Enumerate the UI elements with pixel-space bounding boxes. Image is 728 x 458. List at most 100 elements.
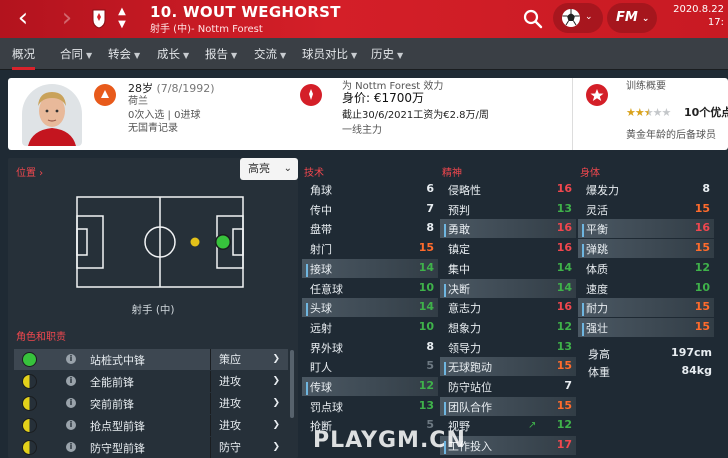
attribute-value: 12	[556, 319, 572, 333]
attribute-name: 盘带	[310, 223, 332, 237]
attribute-name: 决断	[444, 282, 470, 297]
attribute-row[interactable]: 决断 14	[440, 278, 576, 298]
attribute-name: 爆发力	[586, 184, 619, 197]
attribute-row[interactable]: 界外球 8	[302, 338, 438, 357]
attribute-value: 10	[418, 319, 434, 333]
chevron-down-icon: ▼	[86, 51, 93, 60]
tab-reports[interactable]: 报告 ▼	[205, 38, 237, 70]
player-nationality[interactable]: 荷兰	[128, 95, 148, 108]
attribute-row[interactable]: 侵略性 16	[440, 180, 576, 199]
role-name: 突前前锋	[90, 398, 134, 411]
strengths-count[interactable]: 10个优点	[684, 106, 728, 119]
attribute-row[interactable]: 平衡 16	[578, 219, 714, 239]
attribute-value: 16	[556, 241, 572, 255]
tab-transfer[interactable]: 转会 ▼	[108, 38, 140, 70]
tab-bar: 概况 合同 ▼ 转会 ▼ 成长 ▼ 报告 ▼ 交流 ▼ 球员对比 ▼ 历史 ▼	[0, 38, 728, 70]
role-row[interactable]: i 站桩式中锋 策应 ❯	[14, 349, 288, 370]
attribute-name: 镇定	[448, 243, 470, 257]
chevron-down-icon: ❯	[272, 354, 280, 364]
duty-dropdown[interactable]: 进攻 ❯	[210, 393, 288, 414]
info-icon[interactable]: i	[66, 376, 76, 386]
duty-dropdown[interactable]: 进攻 ❯	[210, 371, 288, 392]
attribute-row[interactable]: 灵活 15	[578, 200, 714, 219]
info-icon[interactable]: i	[66, 398, 76, 408]
info-icon[interactable]: i	[66, 420, 76, 430]
attribute-row[interactable]: 防守站位 7	[440, 377, 576, 396]
attribute-row[interactable]: 速度 10	[578, 279, 714, 298]
attribute-row[interactable]: 无球跑动 15	[440, 357, 576, 377]
duty-dropdown[interactable]: 进攻 ❯	[210, 415, 288, 436]
star-icon: ★	[626, 106, 636, 119]
attribute-row[interactable]: 集中 14	[440, 259, 576, 278]
attribute-value: 6	[426, 182, 434, 195]
tab-contract[interactable]: 合同 ▼	[60, 38, 92, 70]
attribute-value: 8	[426, 221, 434, 235]
attribute-row[interactable]: 接球 14	[302, 258, 438, 278]
attribute-name: 勇敢	[444, 223, 470, 238]
attribute-name: 平衡	[582, 223, 608, 238]
attribute-row[interactable]: 镇定 16	[440, 239, 576, 258]
attribute-row[interactable]: 角球 6	[302, 180, 438, 199]
club-crest-icon[interactable]	[300, 84, 322, 106]
info-icon[interactable]: i	[66, 442, 76, 452]
chevron-down-icon: ▼	[231, 51, 238, 60]
tab-development[interactable]: 成长 ▼	[157, 38, 189, 70]
attribute-row[interactable]: 爆发力 8	[578, 180, 714, 199]
search-icon[interactable]	[520, 6, 546, 32]
chevron-down-icon: ⌄	[585, 12, 593, 22]
tab-history[interactable]: 历史 ▼	[371, 38, 403, 70]
attribute-name: 界外球	[310, 341, 343, 355]
duty-dropdown[interactable]: 防守 ❯	[210, 437, 288, 458]
back-arrow-icon[interactable]: ‹	[8, 4, 38, 34]
club-menu-button[interactable]: ⌄	[553, 3, 603, 33]
forward-arrow-icon[interactable]: ›	[52, 4, 82, 34]
chevron-down-icon: ▼	[351, 51, 358, 60]
attribute-row[interactable]: 领导力 13	[440, 338, 576, 357]
tab-label: 概况	[12, 47, 35, 61]
tab-overview[interactable]: 概况	[12, 38, 35, 70]
attribute-row[interactable]: 预判 13	[440, 200, 576, 219]
attribute-row[interactable]: 传球 12	[302, 377, 438, 396]
attribute-row[interactable]: 罚点球 13	[302, 397, 438, 416]
tab-label: 交流	[254, 47, 277, 61]
highlight-dropdown[interactable]: 高亮 ⌄	[240, 158, 298, 180]
attribute-value: 12	[694, 260, 710, 274]
role-row[interactable]: i 突前前锋 进攻 ❯	[14, 393, 288, 414]
attribute-row[interactable]: 盘带 8	[302, 219, 438, 238]
attribute-row[interactable]: 任意球 10	[302, 279, 438, 298]
attribute-row[interactable]: 勇敢 16	[440, 219, 576, 239]
attribute-row[interactable]: 耐力 15	[578, 298, 714, 318]
star-badge-icon[interactable]	[586, 84, 608, 106]
attribute-row[interactable]: 射门 15	[302, 239, 438, 258]
player-cycle-icon[interactable]: ▲ ▼	[116, 5, 128, 33]
attribute-row[interactable]: 意志力 16	[440, 298, 576, 317]
attribute-row[interactable]: 团队合作 15	[440, 396, 576, 416]
tab-compare[interactable]: 球员对比 ▼	[302, 38, 357, 70]
position-panel: 位置 › 高亮 ⌄ 射手 (中) 角色和职责 i 站桩式中锋 策应 ❯ i 全能前…	[8, 158, 298, 458]
attribute-row[interactable]: 体质 12	[578, 259, 714, 278]
duty-dropdown[interactable]: 策应 ❯	[210, 349, 288, 370]
attribute-row[interactable]: 弹跳 15	[578, 239, 714, 259]
nation-flag-icon[interactable]	[94, 84, 116, 106]
player-portrait[interactable]	[22, 84, 82, 146]
position-title[interactable]: 位置 ›	[16, 164, 43, 179]
attribute-row[interactable]: 想象力 12	[440, 318, 576, 337]
attribute-row[interactable]: 盯人 5	[302, 357, 438, 376]
fm-menu-button[interactable]: FM ⌄	[607, 3, 657, 33]
attribute-row[interactable]: 传中 7	[302, 200, 438, 219]
attribute-row[interactable]: 强壮 15	[578, 317, 714, 337]
tab-interaction[interactable]: 交流 ▼	[254, 38, 286, 70]
game-date[interactable]: 2020.8.22 17:	[664, 4, 728, 34]
info-icon[interactable]: i	[66, 354, 76, 364]
role-row[interactable]: i 防守型前锋 防守 ❯	[14, 437, 288, 458]
attribute-row[interactable]: 远射 10	[302, 318, 438, 337]
attribute-name: 接球	[306, 262, 332, 277]
dob-value: (7/8/1992)	[156, 82, 215, 95]
attribute-name: 无球跑动	[444, 361, 492, 376]
roles-scrollbar[interactable]	[290, 350, 294, 418]
tab-label: 合同	[60, 47, 83, 61]
attribute-row[interactable]: 头球 14	[302, 298, 438, 318]
role-row[interactable]: i 抢点型前锋 进攻 ❯	[14, 415, 288, 436]
role-row[interactable]: i 全能前锋 进攻 ❯	[14, 371, 288, 392]
club-crest-icon[interactable]	[92, 9, 106, 29]
